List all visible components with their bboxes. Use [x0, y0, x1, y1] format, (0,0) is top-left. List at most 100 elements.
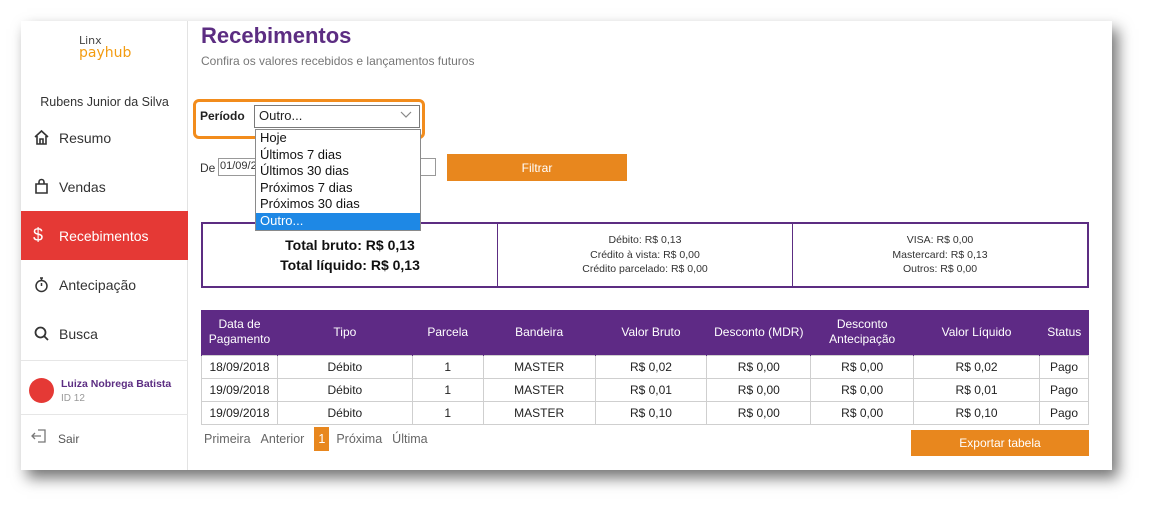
summary-panel: Total bruto: R$ 0,13 Total líquido: R$ 0… — [201, 222, 1089, 288]
table-cell: R$ 0,01 — [913, 377, 1040, 402]
col-header[interactable]: Tipo — [276, 310, 413, 355]
col-header[interactable]: Status — [1038, 310, 1089, 355]
search-icon — [21, 325, 59, 342]
summary-outros: Outros: R$ 0,00 — [902, 263, 978, 276]
periodo-option-outro[interactable]: Outro... — [256, 212, 420, 230]
summary-totals: Total bruto: R$ 0,13 Total líquido: R$ 0… — [203, 224, 497, 286]
periodo-option-ultimos-7[interactable]: Últimos 7 dias — [256, 147, 420, 164]
summary-debito: Débito: R$ 0,13 — [608, 234, 682, 247]
table-cell: Pago — [1038, 400, 1090, 425]
sidebar: Linx payhub Rubens Junior da Silva Resum… — [21, 21, 188, 470]
sidebar-item-label: Antecipação — [59, 276, 137, 293]
summary-credito-parcelado: Crédito parcelado: R$ 0,00 — [582, 263, 708, 276]
col-header[interactable]: Desconto (MDR) — [706, 310, 811, 355]
pagination: Primeira Anterior 1 Próxima Última — [204, 427, 438, 451]
periodo-selected-value: Outro... — [259, 108, 303, 123]
table-cell: 1 — [411, 400, 484, 425]
table-cell: R$ 0,02 — [913, 354, 1040, 379]
periodo-option-proximos-7[interactable]: Próximos 7 dias — [256, 180, 420, 197]
periodo-option-proximos-30[interactable]: Próximos 30 dias — [256, 196, 420, 213]
periodo-dropdown-list: Hoje Últimos 7 dias Últimos 30 dias Próx… — [255, 129, 421, 231]
summary-by-type: Débito: R$ 0,13 Crédito à vista: R$ 0,00… — [497, 224, 792, 286]
sidebar-item-label: Recebimentos — [59, 227, 149, 244]
home-icon — [21, 129, 59, 146]
table-cell: R$ 0,00 — [810, 400, 915, 425]
pager-prev[interactable]: Anterior — [261, 432, 305, 446]
pager-last[interactable]: Última — [392, 432, 427, 446]
pager-first[interactable]: Primeira — [204, 432, 251, 446]
user-name: Luiza Nobrega Batista — [61, 378, 172, 390]
sidebar-item-label: Vendas — [59, 178, 106, 195]
col-header[interactable]: Data de Pagamento — [201, 310, 278, 355]
col-header[interactable]: Parcela — [411, 310, 484, 355]
col-header[interactable]: Bandeira — [482, 310, 596, 355]
col-header[interactable]: Valor Líquido — [913, 310, 1040, 355]
summary-mastercard: Mastercard: R$ 0,13 — [892, 248, 988, 261]
total-liquido: Total líquido: R$ 0,13 — [280, 257, 420, 273]
merchant-name: Rubens Junior da Silva — [40, 95, 169, 109]
pager-next[interactable]: Próxima — [336, 432, 382, 446]
table-cell: R$ 0,00 — [810, 377, 915, 402]
col-header[interactable]: Desconto Antecipação — [810, 310, 914, 355]
table-cell: MASTER — [482, 400, 596, 425]
stopwatch-icon — [21, 276, 59, 293]
sidebar-item-resumo[interactable]: Resumo — [21, 113, 188, 162]
table-row: 18/09/2018 Débito 1 MASTER R$ 0,02 R$ 0,… — [201, 354, 1090, 379]
summary-by-brand: VISA: R$ 0,00 Mastercard: R$ 0,13 Outros… — [792, 224, 1087, 286]
chevron-down-icon — [400, 107, 412, 124]
table-cell: Débito — [276, 354, 413, 379]
table-cell: R$ 0,10 — [594, 400, 708, 425]
table-cell: Pago — [1038, 377, 1090, 402]
table-cell: 1 — [411, 354, 484, 379]
table-row: 19/09/2018 Débito 1 MASTER R$ 0,10 R$ 0,… — [201, 400, 1090, 425]
table-cell: Pago — [1038, 354, 1090, 379]
periodo-select[interactable]: Outro... — [254, 105, 420, 128]
user-id: ID 12 — [61, 393, 85, 404]
table-cell: 19/09/2018 — [201, 400, 278, 425]
summary-credito-vista: Crédito à vista: R$ 0,00 — [590, 248, 700, 261]
periodo-option-ultimos-30[interactable]: Últimos 30 dias — [256, 163, 420, 180]
table-cell: R$ 0,00 — [706, 354, 812, 379]
page-subtitle: Confira os valores recebidos e lançament… — [201, 54, 475, 68]
table-cell: R$ 0,00 — [706, 400, 812, 425]
periodo-label: Período — [200, 109, 245, 123]
total-bruto: Total bruto: R$ 0,13 — [285, 237, 415, 253]
date-from-input[interactable]: 01/09/2 — [218, 158, 258, 176]
sidebar-item-busca[interactable]: Busca — [21, 309, 188, 358]
shopping-bag-icon — [21, 178, 59, 195]
logout-icon — [21, 429, 58, 448]
page-title: Recebimentos — [201, 23, 352, 48]
table-cell: R$ 0,00 — [706, 377, 812, 402]
table-cell: R$ 0,01 — [594, 377, 708, 402]
sidebar-item-vendas[interactable]: Vendas — [21, 162, 188, 211]
filter-button[interactable]: Filtrar — [447, 154, 627, 181]
sidebar-item-antecipacao[interactable]: Antecipação — [21, 260, 188, 309]
main-content: Recebimentos Confira os valores recebido… — [188, 21, 1112, 470]
table-cell: 19/09/2018 — [201, 377, 278, 402]
current-user[interactable]: Luiza Nobrega Batista ID 12 — [21, 360, 188, 415]
sidebar-item-label: Busca — [59, 325, 98, 342]
app-window: Linx payhub Rubens Junior da Silva Resum… — [21, 21, 1112, 470]
col-header[interactable]: Valor Bruto — [594, 310, 707, 355]
pager-current-page[interactable]: 1 — [314, 427, 330, 451]
table-row: 19/09/2018 Débito 1 MASTER R$ 0,01 R$ 0,… — [201, 377, 1090, 402]
sidebar-item-label: Resumo — [59, 129, 112, 146]
table-header-row: Data de Pagamento Tipo Parcela Bandeira … — [201, 310, 1089, 355]
summary-visa: VISA: R$ 0,00 — [906, 234, 974, 247]
table-cell: 18/09/2018 — [201, 354, 278, 379]
table-cell: R$ 0,10 — [913, 400, 1040, 425]
table-cell: Débito — [276, 400, 413, 425]
table-cell: MASTER — [482, 354, 596, 379]
recebimentos-table: Data de Pagamento Tipo Parcela Bandeira … — [201, 310, 1090, 425]
date-from-label: De — [200, 161, 216, 175]
sidebar-item-recebimentos[interactable]: $ Recebimentos — [21, 211, 188, 260]
table-cell: Débito — [276, 377, 413, 402]
periodo-option-hoje[interactable]: Hoje — [256, 130, 420, 147]
avatar — [29, 378, 54, 403]
table-cell: R$ 0,00 — [810, 354, 915, 379]
logout-button[interactable]: Sair — [21, 429, 188, 448]
logout-label: Sair — [58, 431, 80, 446]
dollar-icon: $ — [33, 225, 44, 245]
export-table-button[interactable]: Exportar tabela — [911, 430, 1089, 456]
table-cell: R$ 0,02 — [594, 354, 708, 379]
